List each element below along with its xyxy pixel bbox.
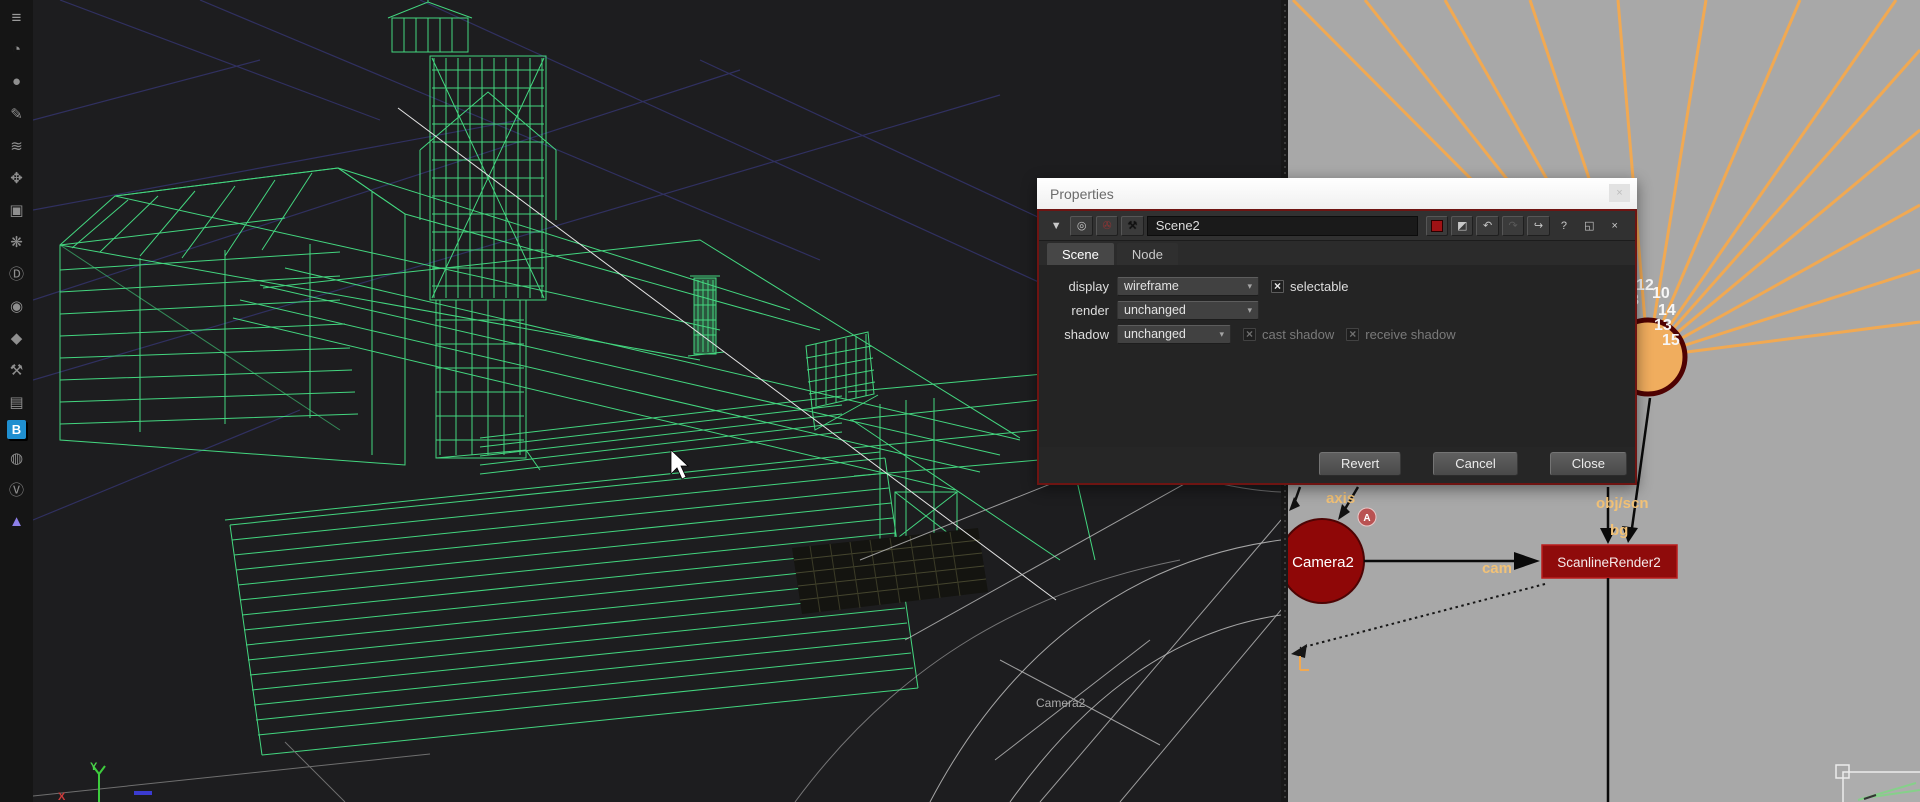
node-toolbar: ≡ ◔ ● ✎ ≋ ✥ ▣ ❋ Ⓓ ◉ ◆ ⚒ ▤ B ◍ Ⓥ ▲ — [0, 0, 33, 802]
chevron-down-icon: ▾ — [1219, 328, 1224, 339]
preview-frame — [1835, 764, 1920, 802]
receive-shadow-checkbox[interactable]: × — [1346, 327, 1360, 341]
chevron-down-icon: ▾ — [1247, 304, 1252, 315]
display-dropdown[interactable]: wireframe ▾ — [1117, 276, 1259, 296]
panel-tabs: Scene Node — [1039, 241, 1635, 265]
cancel-button[interactable]: Cancel — [1433, 452, 1518, 476]
input-number: 15 — [1662, 332, 1680, 349]
center-node-icon[interactable]: ◎ — [1070, 215, 1093, 236]
redo-icon[interactable]: ↷ — [1501, 215, 1525, 236]
panel-header: ▼ ◎ ✇ ⚒ ◩ ↶ ↷ ↪ ? ◱ × — [1039, 211, 1635, 241]
toolbar-color-icon[interactable]: ✎ — [3, 100, 30, 127]
toolbar-other-icon[interactable]: ▤ — [3, 388, 30, 415]
shadow-dropdown[interactable]: unchanged ▾ — [1117, 324, 1231, 344]
float-panel-icon[interactable]: ◱ — [1578, 216, 1600, 236]
tab-scene[interactable]: Scene — [1047, 243, 1114, 265]
toolbar-3d-icon[interactable]: ▣ — [3, 196, 30, 223]
toolbar-flame-plugin-icon[interactable]: ◍ — [3, 444, 30, 471]
toolbar-v-plugin-icon[interactable]: Ⓥ — [3, 476, 30, 503]
clone-icon[interactable]: ↪ — [1527, 215, 1550, 236]
toolbar-views-icon[interactable]: ◉ — [3, 292, 30, 319]
toolbar-knot-plugin-icon[interactable]: ▲ — [3, 508, 30, 535]
panel-close-icon[interactable]: × — [1604, 216, 1626, 236]
red-swatch-icon — [1430, 219, 1443, 232]
close-button[interactable]: Close — [1549, 452, 1627, 476]
collapse-panel-icon[interactable]: ▼ — [1045, 216, 1067, 236]
display-label: display — [1068, 278, 1109, 294]
revert-button[interactable]: Revert — [1318, 452, 1402, 476]
toolbar-image-icon[interactable]: ◔ — [3, 36, 30, 63]
toolbar-time-icon[interactable]: ● — [3, 68, 30, 95]
toolbar-metadata-icon[interactable]: ◆ — [3, 324, 30, 351]
cast-shadow-checkbox[interactable]: × — [1243, 327, 1256, 341]
obj-scn-label: obj/scn — [1596, 495, 1649, 512]
shadow-dropdown-value: unchanged — [1124, 327, 1186, 341]
undo-icon[interactable]: ↶ — [1476, 215, 1499, 236]
properties-panel: ▼ ◎ ✇ ⚒ ◩ ↶ ↷ ↪ ? ◱ × Scene Node — [1037, 209, 1637, 485]
toolbar-particles-icon[interactable]: ❋ — [3, 228, 30, 255]
toolbar-channel-icon[interactable]: ≋ — [3, 132, 30, 159]
camera2-node[interactable]: Camera2 — [1279, 518, 1365, 604]
scanlinerender2-node-label: ScanlineRender2 — [1557, 555, 1661, 570]
toolbar-b-plugin-icon[interactable]: B — [7, 420, 26, 439]
axis-y-label: Y — [90, 761, 98, 773]
scanlinerender2-node[interactable]: ScanlineRender2 — [1541, 544, 1678, 579]
gl-color-icon[interactable]: ◩ — [1451, 215, 1474, 236]
cam-connection-label: cam — [1482, 560, 1512, 577]
panel-footer: Revert Cancel Close — [1287, 452, 1627, 476]
toolbar-menu-icon[interactable]: ≡ — [3, 4, 30, 31]
render-row: render unchanged ▾ — [1039, 298, 1635, 322]
cast-shadow-label: cast shadow — [1262, 326, 1335, 342]
selectable-label: selectable — [1290, 278, 1349, 294]
toolbar-deep-icon[interactable]: Ⓓ — [3, 260, 30, 287]
node-name-field[interactable] — [1146, 215, 1418, 236]
bg-label: bg — [1610, 522, 1628, 539]
viewer-icon[interactable]: ✇ — [1095, 215, 1119, 236]
window-close-icon[interactable]: × — [1609, 184, 1630, 202]
toolbar-toolsets-icon[interactable]: ⚒ — [3, 356, 30, 383]
axis-connection-label: axis — [1326, 490, 1355, 507]
camera2-node-label: Camera2 — [1292, 554, 1354, 571]
mouse-cursor — [670, 449, 690, 480]
receive-shadow-label: receive shadow — [1365, 326, 1456, 342]
selectable-checkbox[interactable]: × — [1271, 279, 1284, 293]
node-color-swatch[interactable] — [1425, 215, 1448, 236]
axis-gizmo: Y X — [58, 761, 152, 802]
tab-node[interactable]: Node — [1116, 243, 1178, 265]
animation-badge-letter: A — [1363, 513, 1370, 524]
viewport-camera-label: Camera2 — [1036, 696, 1086, 710]
panel-content: display wireframe ▾ × selectable render … — [1039, 265, 1635, 447]
cam-connection: cam — [1364, 552, 1540, 577]
toolbar-transform-icon[interactable]: ✥ — [3, 164, 30, 191]
render-dropdown[interactable]: unchanged ▾ — [1117, 300, 1259, 320]
application-window: ≡ ◔ ● ✎ ≋ ✥ ▣ ❋ Ⓓ ◉ ◆ ⚒ ▤ B ◍ Ⓥ ▲ Camera… — [0, 0, 1920, 802]
render-dropdown-value: unchanged — [1124, 303, 1186, 317]
properties-title: Properties — [1050, 185, 1114, 202]
shadow-label: shadow — [1064, 326, 1109, 342]
display-row: display wireframe ▾ × selectable — [1039, 274, 1635, 298]
shadow-row: shadow unchanged ▾ × cast shadow × recei… — [1039, 322, 1635, 346]
help-icon[interactable]: ? — [1553, 216, 1575, 236]
properties-window: Properties × ▼ ◎ ✇ ⚒ ◩ ↶ ↷ ↪ ? ◱ × Sce — [1037, 178, 1637, 485]
chevron-down-icon: ▾ — [1247, 280, 1252, 291]
wrench-icon[interactable]: ⚒ — [1121, 215, 1144, 236]
render-label: render — [1071, 302, 1109, 318]
properties-title-bar[interactable]: Properties × — [1037, 178, 1637, 209]
axis-x-label: X — [58, 791, 66, 802]
display-dropdown-value: wireframe — [1124, 279, 1179, 293]
input-number: 10 — [1652, 285, 1670, 302]
